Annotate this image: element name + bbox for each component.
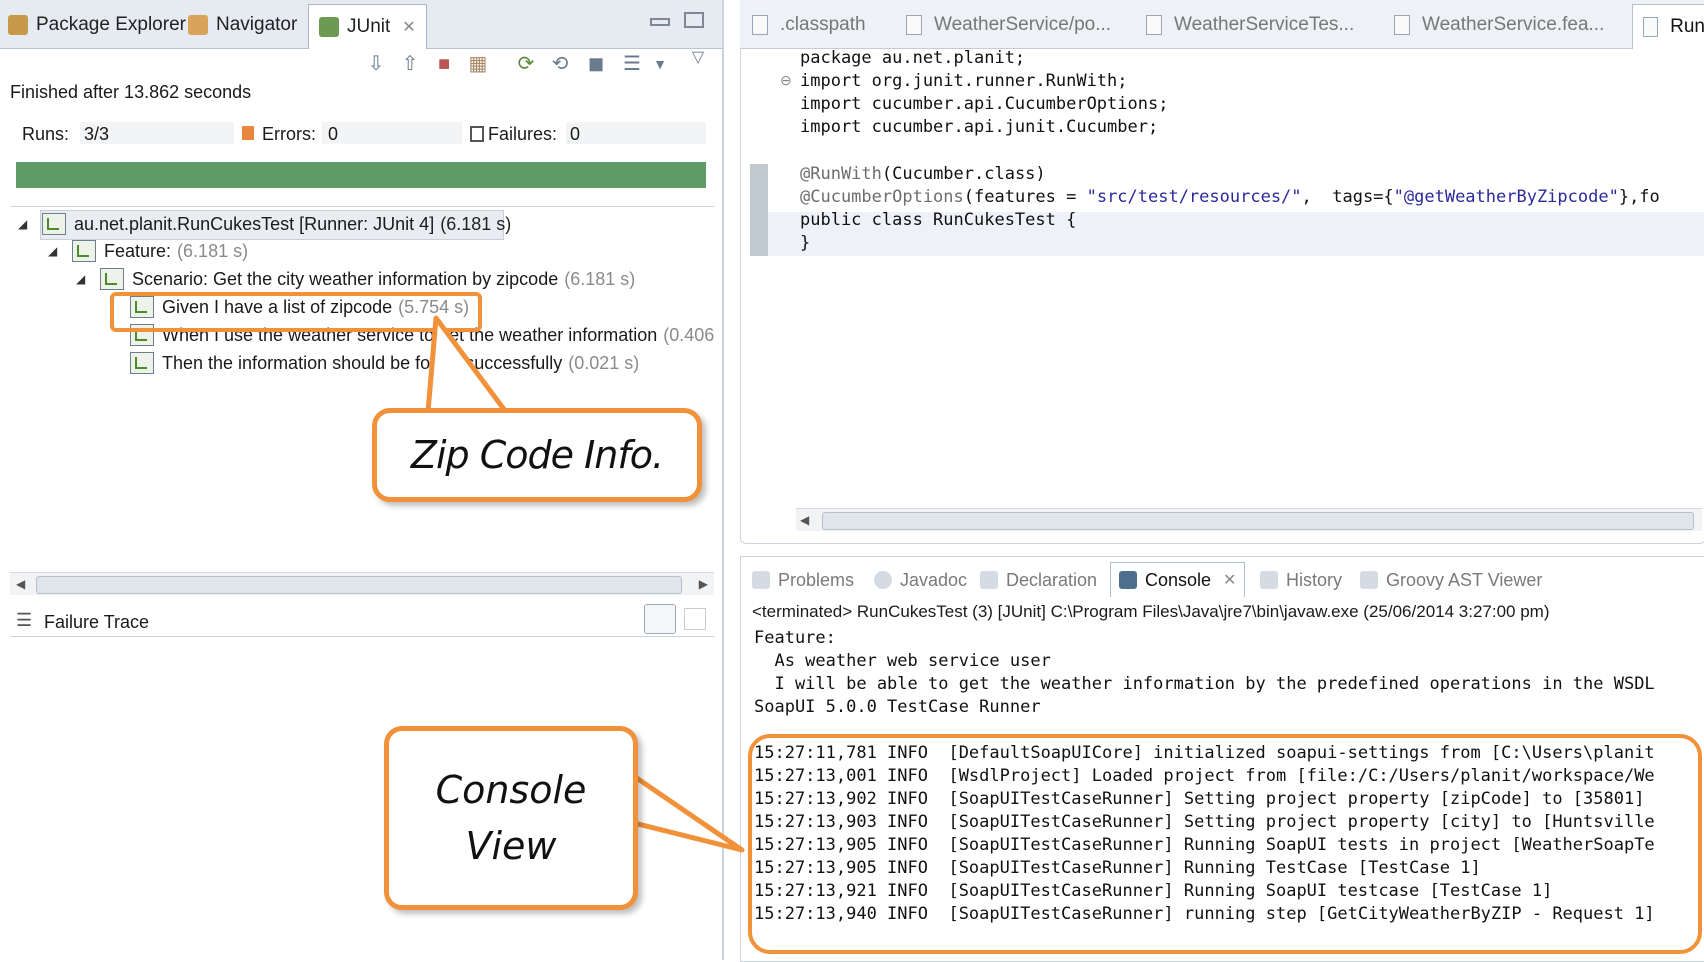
console-output-highlight <box>748 734 1702 954</box>
callout-text: View <box>465 824 557 868</box>
console-line: As weather web service user <box>754 651 1051 671</box>
console-line: SoapUI 5.0.0 TestCase Runner <box>754 697 1041 717</box>
zip-code-info-callout: Zip Code Info. <box>372 408 702 502</box>
console-line: Feature: <box>754 628 836 648</box>
callout-text: Console <box>435 768 587 812</box>
console-view-callout: Console View <box>384 726 638 910</box>
console-line: I will be able to get the weather inform… <box>754 674 1655 694</box>
given-step-highlight <box>110 292 482 332</box>
callout-text: Zip Code Info. <box>410 433 664 477</box>
